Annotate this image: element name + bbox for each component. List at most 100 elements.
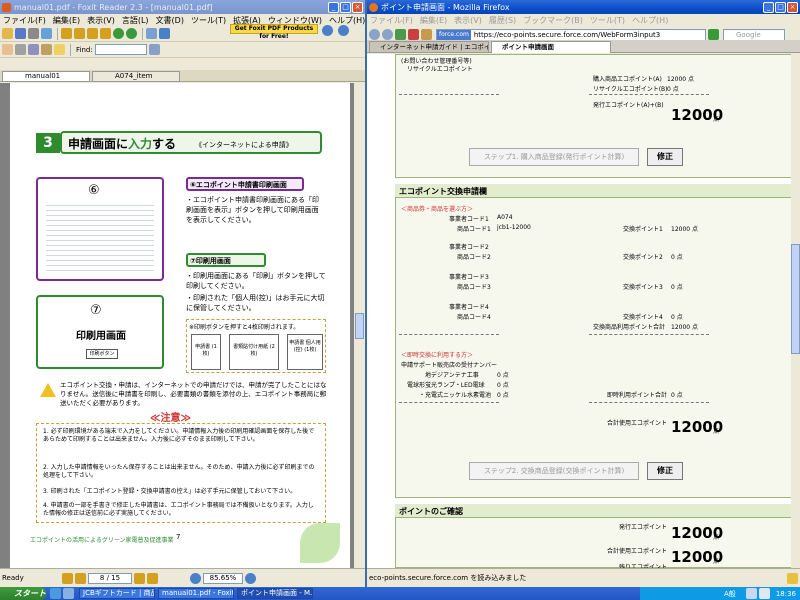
prev-page-icon[interactable] (74, 28, 85, 39)
menu-language[interactable]: 言語(L) (122, 15, 149, 26)
start-button[interactable]: スタート (0, 587, 46, 600)
last-page-icon[interactable] (100, 28, 111, 39)
rotate-icon[interactable] (146, 28, 157, 39)
ff-menu-edit[interactable]: 編集(E) (420, 15, 447, 26)
menu-help[interactable]: ヘルプ(H) (329, 15, 365, 26)
close-icon[interactable]: × (352, 1, 363, 13)
search-input[interactable]: Google (723, 28, 785, 41)
purchase-point-value: 12000 点 (667, 76, 694, 83)
forward-icon[interactable] (382, 29, 393, 40)
snapshot-icon[interactable] (28, 44, 39, 55)
minimize-icon[interactable]: _ (763, 1, 774, 13)
first-page-nav-icon[interactable] (62, 572, 73, 584)
select-text-icon[interactable] (15, 44, 26, 55)
ff-menu-help[interactable]: ヘルプ(H) (632, 15, 668, 26)
find-next-icon[interactable] (148, 44, 160, 55)
menu-file[interactable]: ファイル(F) (3, 15, 46, 26)
save-icon[interactable] (15, 28, 26, 39)
total-used-label: 合計使用エコポイント (607, 420, 668, 427)
ff-menu-view[interactable]: 表示(V) (454, 15, 482, 26)
url-bar[interactable]: force.com https://eco-points.secure.forc… (436, 28, 706, 41)
firefox-scroll-thumb[interactable] (791, 244, 800, 354)
first-page-icon[interactable] (61, 28, 72, 39)
quicklaunch-desktop-icon[interactable] (63, 588, 74, 599)
task-foxit[interactable]: manual01.pdf - Foxit ... (158, 588, 234, 599)
ff-tab-point-apply[interactable]: ポイント申請画面 (491, 41, 611, 53)
minimize-icon[interactable]: _ (328, 1, 339, 13)
hand-tool-icon[interactable] (2, 44, 13, 55)
exchange-point-1-value: 12000 点 (671, 226, 698, 233)
tab-manual01[interactable]: manual01 (2, 71, 90, 82)
foxit-nav-bar: Ready 8 / 15 85.65% (0, 568, 365, 587)
zoom-icon[interactable] (159, 28, 170, 39)
screen7-label: 印刷用画面 (76, 331, 126, 342)
menu-edit[interactable]: 編集(E) (53, 15, 80, 26)
menu-view[interactable]: 表示(V) (87, 15, 115, 26)
firefox-window: ポイント申請画面 - Mozilla Firefox _ □ × ファイル(F)… (367, 0, 800, 587)
ff-menu-tools[interactable]: ツール(T) (590, 15, 625, 26)
open-icon[interactable] (2, 28, 13, 39)
zoom-indicator[interactable]: 85.65% (203, 572, 243, 584)
close-icon[interactable]: × (787, 1, 798, 13)
step1-button[interactable]: ステップ1. 購入商品登録(発行ポイント計算) (469, 148, 639, 166)
back-icon[interactable] (113, 28, 124, 39)
firefox-titlebar[interactable]: ポイント申請画面 - Mozilla Firefox _ □ × (367, 0, 800, 14)
maximize-icon[interactable]: □ (340, 1, 351, 13)
exchange-point-2-value: 0 点 (671, 254, 683, 261)
menu-document[interactable]: 文書(D) (156, 15, 184, 26)
task-jcb[interactable]: JCBギフトカード | 商品... (79, 588, 155, 599)
lock-icon[interactable] (787, 572, 798, 584)
typewriter-icon[interactable] (41, 44, 52, 55)
zoom-in-icon[interactable] (322, 25, 333, 36)
ff-menu-history[interactable]: 履歴(S) (489, 15, 516, 26)
page-indicator[interactable]: 8 / 15 (88, 572, 132, 584)
maximize-icon[interactable]: □ (775, 1, 786, 13)
clock[interactable]: 18:36 (776, 590, 796, 598)
stop-icon[interactable] (408, 29, 419, 40)
step1-fix-button[interactable]: 修正 (647, 148, 683, 166)
tray-network-icon[interactable] (745, 588, 757, 599)
ff-tab-guide[interactable]: インターネット申請ガイド | エコポイント... (369, 41, 489, 53)
menu-tools[interactable]: ツール(T) (191, 15, 226, 26)
item-code-3-label: 商品コード3 (457, 284, 491, 291)
back-icon[interactable] (369, 29, 380, 40)
zoom-out-nav-icon[interactable] (190, 572, 201, 584)
forward-icon[interactable] (126, 28, 137, 39)
email-icon[interactable] (41, 28, 52, 39)
quicklaunch-ie-icon[interactable] (50, 588, 61, 599)
foxit-toolbar-1: Get Foxit PDF Products for Free! (0, 24, 365, 42)
prev-page-nav-icon[interactable] (75, 572, 86, 584)
ff-menu-file[interactable]: ファイル(F) (370, 15, 413, 26)
task-firefox[interactable]: ポイント申請画面 - M... (237, 588, 313, 599)
foxit-window: manual01.pdf - Foxit Reader 2.3 - [manua… (0, 0, 365, 587)
ff-menu-bookmarks[interactable]: ブックマーク(B) (523, 15, 583, 26)
step-title-b: 入力 (128, 137, 153, 151)
firefox-scrollbar[interactable] (791, 54, 800, 568)
home-icon[interactable] (421, 29, 432, 40)
step2-button[interactable]: ステップ2. 交換商品登録(交換ポイント計算) (469, 462, 639, 480)
tab-a074-item[interactable]: A074_item (92, 71, 180, 82)
tray-volume-icon[interactable] (758, 588, 770, 599)
go-icon[interactable] (708, 29, 719, 40)
last-page-nav-icon[interactable] (147, 572, 158, 584)
find-input[interactable] (94, 44, 147, 55)
note-icon[interactable] (54, 44, 65, 55)
foxit-scroll-thumb[interactable] (355, 313, 364, 339)
item-code-1-label: 商品コード1 (457, 226, 491, 233)
zoom-out-icon[interactable] (338, 25, 349, 36)
site-identity-badge[interactable]: force.com (437, 29, 471, 40)
ime-indicator[interactable]: A般 (724, 589, 736, 599)
zoom-in-nav-icon[interactable] (245, 572, 256, 584)
item-code-2-label: 商品コード2 (457, 254, 491, 261)
next-page-icon[interactable] (87, 28, 98, 39)
confirm-heading: ポイントのご確認 (395, 504, 792, 518)
reload-icon[interactable] (395, 29, 406, 40)
print-icon[interactable] (28, 28, 39, 39)
foxit-titlebar[interactable]: manual01.pdf - Foxit Reader 2.3 - [manua… (0, 0, 365, 14)
step2-fix-button[interactable]: 修正 (647, 462, 683, 480)
firefox-statusbar: eco-points.secure.force.com を読み込みました (367, 568, 800, 587)
screen6-number: ⑥ (88, 183, 100, 198)
promo-banner[interactable]: Get Foxit PDF Products for Free! (230, 24, 318, 40)
foxit-scrollbar[interactable] (354, 83, 365, 568)
next-page-nav-icon[interactable] (134, 572, 145, 584)
